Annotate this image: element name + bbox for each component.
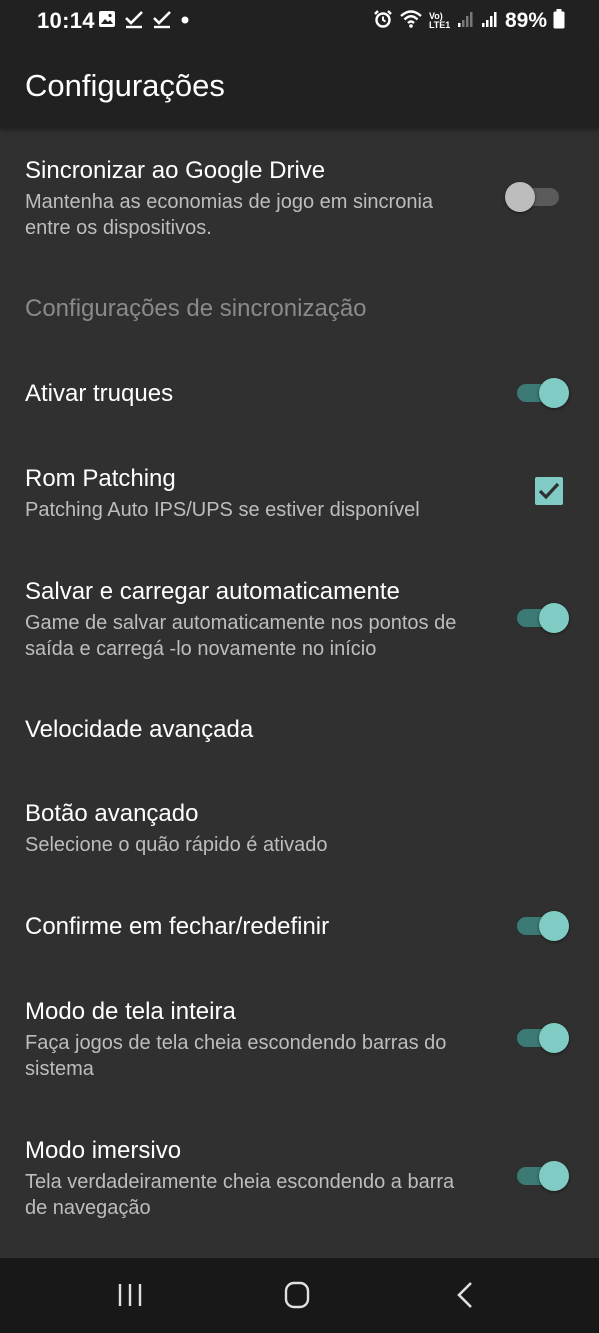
- pref-summary: Game de salvar automaticamente nos ponto…: [25, 612, 457, 660]
- pref-summary: Faça jogos de tela cheia escondendo barr…: [25, 1032, 447, 1080]
- switch-thumb: [539, 911, 569, 941]
- battery-percent: 89%: [504, 9, 547, 32]
- pref-immersive[interactable]: Modo imersivo Tela verdadeiramente cheia…: [0, 1117, 599, 1235]
- immersive-switch[interactable]: [517, 1156, 571, 1196]
- pref-title: Rom Patching: [25, 465, 176, 492]
- alarm-icon: [373, 9, 393, 34]
- confirm-close-switch[interactable]: [517, 906, 571, 946]
- network-label: Vo) LTE1: [428, 11, 451, 30]
- dot-icon: [180, 12, 190, 30]
- status-bar: 10:14 Vo) LTE1 89%: [0, 0, 599, 42]
- checkmark-icon: [538, 482, 560, 500]
- pref-summary: Mantenha as economias de jogo em sincron…: [25, 191, 434, 239]
- switch-thumb: [539, 1161, 569, 1191]
- rom-patching-checkbox[interactable]: [535, 477, 563, 505]
- status-system-icons: Vo) LTE1 89%: [373, 8, 565, 34]
- switch-thumb: [539, 603, 569, 633]
- pref-title: Sincronizar ao Google Drive: [25, 157, 326, 184]
- recent-apps-icon[interactable]: [110, 1278, 150, 1312]
- signal-icon: [457, 10, 475, 33]
- back-icon[interactable]: [446, 1278, 486, 1312]
- pref-title: Modo imersivo: [25, 1137, 182, 1164]
- lte-icon: Vo) LTE1: [429, 12, 451, 30]
- pref-title: Botão avançado: [25, 800, 199, 827]
- page-title: Configurações: [25, 68, 225, 103]
- fullscreen-switch[interactable]: [517, 1018, 571, 1058]
- pref-fullscreen[interactable]: Modo de tela inteira Faça jogos de tela …: [0, 978, 599, 1096]
- sync-google-drive-switch[interactable]: [505, 177, 561, 217]
- pref-summary: Patching Auto IPS/UPS se estiver disponí…: [25, 499, 420, 521]
- navigation-bar: [0, 1258, 599, 1333]
- pref-enable-cheats[interactable]: Ativar truques: [0, 358, 599, 428]
- image-icon: [98, 10, 116, 33]
- app-bar: Configurações: [0, 42, 599, 128]
- sync-settings-category[interactable]: Configurações de sincronização: [0, 280, 599, 340]
- home-icon[interactable]: [277, 1278, 317, 1312]
- pref-title: Confirme em fechar/redefinir: [25, 913, 330, 940]
- pref-confirm-close[interactable]: Confirme em fechar/redefinir: [0, 892, 599, 962]
- pref-summary: Selecione o quão rápido é ativado: [25, 834, 328, 856]
- pref-sync-google-drive[interactable]: Sincronizar ao Google Drive Mantenha as …: [0, 140, 599, 258]
- pref-title: Ativar truques: [25, 380, 174, 407]
- pref-fast-forward-button[interactable]: Botão avançado Selecione o quão rápido é…: [0, 780, 599, 875]
- wifi-icon: [399, 9, 423, 34]
- switch-thumb: [539, 378, 569, 408]
- switch-thumb: [505, 182, 535, 212]
- pref-title: Modo de tela inteira: [25, 998, 236, 1025]
- status-time: 10:14: [37, 8, 95, 33]
- auto-save-switch[interactable]: [517, 598, 571, 638]
- pref-fast-forward-speed[interactable]: Velocidade avançada: [0, 694, 599, 764]
- switch-thumb: [539, 1023, 569, 1053]
- signal-icon: [481, 10, 499, 33]
- battery-icon: [553, 8, 565, 34]
- enable-cheats-switch[interactable]: [517, 373, 571, 413]
- pref-title: Salvar e carregar automaticamente: [25, 578, 400, 605]
- pref-summary: Tela verdadeiramente cheia escondendo a …: [25, 1171, 455, 1219]
- check-icon: [124, 9, 144, 34]
- category-title: Configurações de sincronização: [25, 295, 367, 322]
- status-notification-icons: [98, 10, 190, 32]
- pref-auto-save[interactable]: Salvar e carregar automaticamente Game d…: [0, 558, 599, 676]
- pref-rom-patching[interactable]: Rom Patching Patching Auto IPS/UPS se es…: [0, 445, 599, 540]
- pref-title: Velocidade avançada: [25, 716, 254, 743]
- check-icon: [152, 9, 172, 34]
